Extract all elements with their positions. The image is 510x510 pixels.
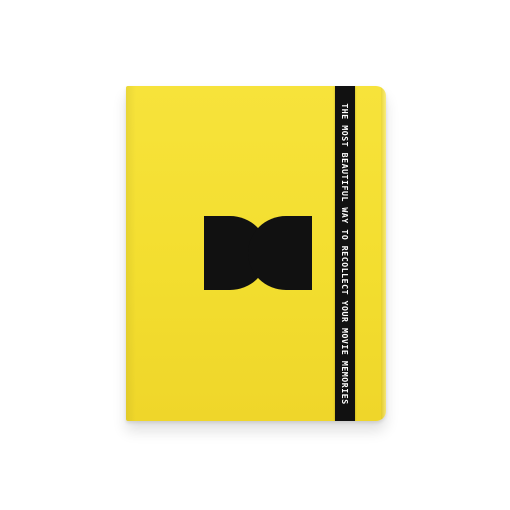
strap-text: THE MOST BEAUTIFUL WAY TO RECOLLECT YOUR… <box>340 102 350 405</box>
page-edge <box>381 86 386 421</box>
double-d-logo-icon <box>204 216 312 290</box>
product-photo-scene: THE MOST BEAUTIFUL WAY TO RECOLLECT YOUR… <box>0 0 510 510</box>
elastic-strap: THE MOST BEAUTIFUL WAY TO RECOLLECT YOUR… <box>335 86 355 421</box>
spine-shadow <box>126 86 136 421</box>
notebook: THE MOST BEAUTIFUL WAY TO RECOLLECT YOUR… <box>126 86 386 421</box>
